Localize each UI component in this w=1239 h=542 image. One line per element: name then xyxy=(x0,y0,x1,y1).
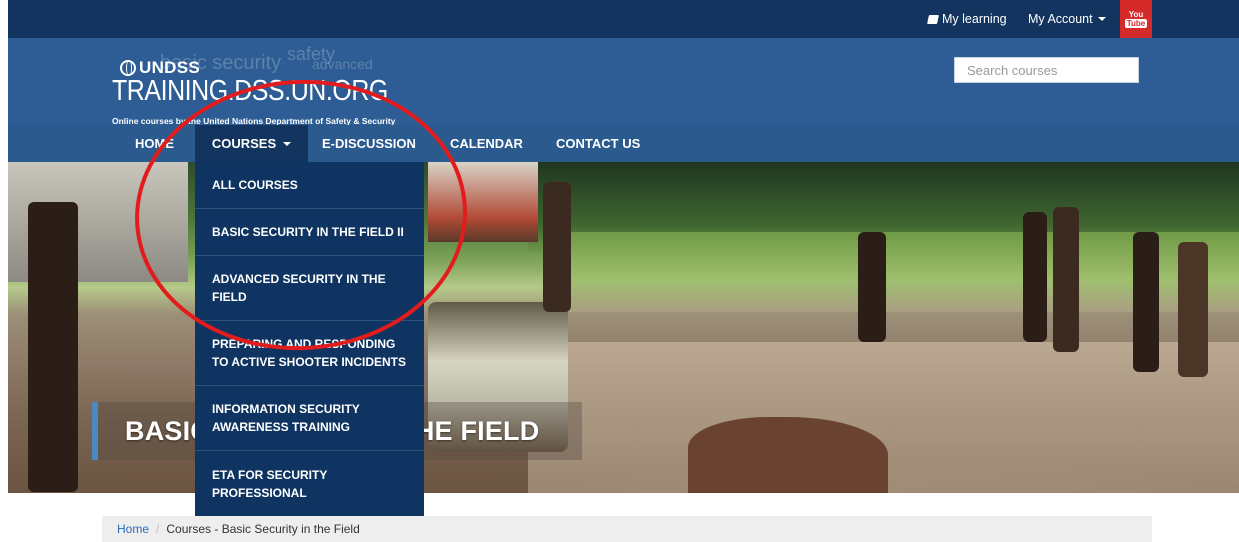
site-logo[interactable]: basic security safety advanced UNDSS TRA… xyxy=(112,44,432,126)
hero-person xyxy=(1053,207,1079,352)
hero-banner: BASIC SECURITY IN THE FIELD xyxy=(8,162,1239,493)
main-nav: HOME COURSES E-DISCUSSION CALENDAR CONTA… xyxy=(8,125,1239,162)
hero-person xyxy=(858,232,886,342)
hero-person xyxy=(1178,242,1208,377)
hero-mud xyxy=(688,417,888,493)
dropdown-item-advanced-security-field[interactable]: ADVANCED SECURITY IN THE FIELD xyxy=(195,256,424,321)
nav-item-calendar[interactable]: CALENDAR xyxy=(450,125,523,162)
hero-person xyxy=(543,182,571,312)
hero-person xyxy=(28,202,78,492)
hero-person xyxy=(1133,232,1159,372)
breadcrumb: Home / Courses - Basic Security in the F… xyxy=(102,516,1152,542)
top-utility-bar: My learning My Account You Tube xyxy=(8,0,1239,38)
logo-domain: TRAINING.DSS.UN.ORG xyxy=(112,75,388,107)
youtube-you-text: You xyxy=(1128,10,1144,19)
search-box xyxy=(954,57,1163,83)
breadcrumb-current: Courses - Basic Security in the Field xyxy=(166,522,360,536)
my-learning-link[interactable]: My learning xyxy=(927,0,1007,38)
nav-item-e-discussion[interactable]: E-DISCUSSION xyxy=(322,125,416,162)
nav-item-courses-label: COURSES xyxy=(211,136,277,151)
breadcrumb-home-link[interactable]: Home xyxy=(117,522,149,536)
nav-item-courses[interactable]: COURSES xyxy=(195,125,308,162)
my-account-dropdown[interactable]: My Account xyxy=(1028,0,1106,38)
dropdown-item-information-security[interactable]: INFORMATION SECURITY AWARENESS TRAINING xyxy=(195,386,424,451)
dropdown-item-all-courses[interactable]: ALL COURSES xyxy=(195,162,424,209)
my-learning-label: My learning xyxy=(942,12,1007,26)
my-account-label: My Account xyxy=(1028,12,1093,26)
caret-down-icon xyxy=(1097,17,1106,21)
search-input[interactable] xyxy=(955,58,1143,82)
dropdown-item-eta-security-professional[interactable]: ETA FOR SECURITY PROFESSIONAL xyxy=(195,451,424,516)
site-header: basic security safety advanced UNDSS TRA… xyxy=(8,38,1239,126)
book-icon xyxy=(927,14,939,24)
hero-tanker xyxy=(428,162,538,242)
nav-item-contact-us[interactable]: CONTACT US xyxy=(556,125,640,162)
caret-down-icon xyxy=(283,141,292,146)
dropdown-item-active-shooter[interactable]: PREPARING AND RESPONDING TO ACTIVE SHOOT… xyxy=(195,321,424,386)
hero-person xyxy=(1023,212,1047,342)
courses-dropdown-menu: ALL COURSES BASIC SECURITY IN THE FIELD … xyxy=(195,162,424,516)
un-globe-icon xyxy=(120,60,136,76)
logo-background-word: advanced xyxy=(312,56,373,72)
youtube-icon[interactable]: You Tube xyxy=(1120,0,1152,38)
breadcrumb-separator: / xyxy=(156,522,160,536)
dropdown-item-basic-security-field-ii[interactable]: BASIC SECURITY IN THE FIELD II xyxy=(195,209,424,256)
youtube-tube-text: Tube xyxy=(1124,19,1148,28)
nav-item-home[interactable]: HOME xyxy=(135,125,174,162)
